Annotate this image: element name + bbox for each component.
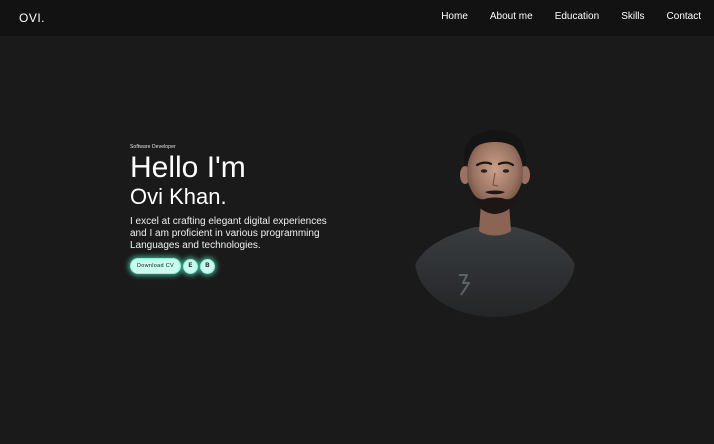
nav-link-contact[interactable]: Contact	[667, 11, 701, 22]
hero-greeting: Hello I'm	[130, 151, 246, 184]
hero-description: I excel at crafting elegant digital expe…	[130, 216, 327, 251]
nav-link-home[interactable]: Home	[441, 11, 468, 22]
navbar: OVI. Home About me Education Skills Cont…	[0, 0, 714, 36]
linkedin-icon[interactable]: E	[182, 258, 198, 274]
hero-name: Ovi Khan.	[130, 184, 227, 209]
nav-link-about[interactable]: About me	[490, 11, 533, 22]
nav-links: Home About me Education Skills Contact	[441, 11, 701, 22]
profile-photo	[415, 115, 575, 317]
hero-text: Software Developer Hello I'm Ovi Khan. I…	[130, 144, 350, 274]
logo[interactable]: OVI.	[19, 11, 45, 25]
download-cv-button[interactable]: Download CV	[130, 258, 181, 274]
nav-link-education[interactable]: Education	[555, 11, 599, 22]
role-label: Software Developer	[130, 144, 176, 150]
hero-actions: Download CV E B	[130, 258, 350, 274]
nav-link-skills[interactable]: Skills	[621, 11, 644, 22]
github-icon[interactable]: B	[199, 258, 215, 274]
